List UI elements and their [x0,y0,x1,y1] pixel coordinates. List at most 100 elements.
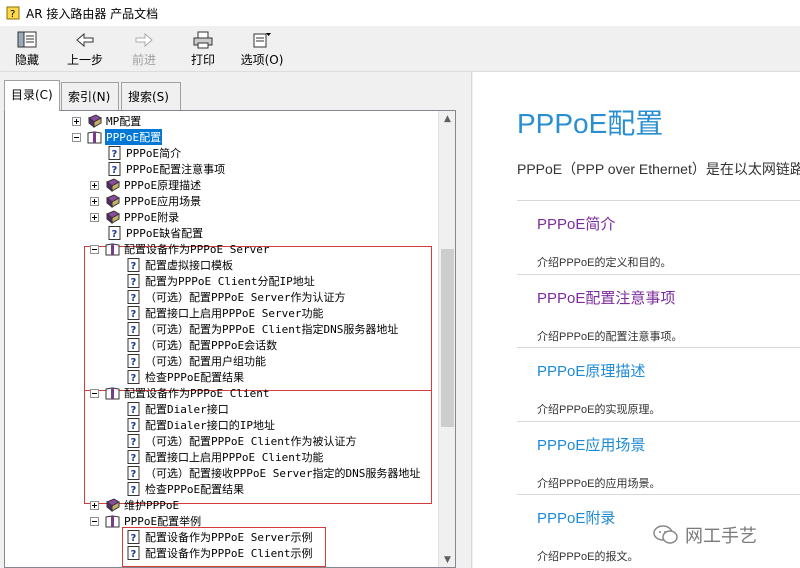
tree-item[interactable]: PPPoE配置 [72,129,163,145]
print-button[interactable]: 打印 [176,28,230,70]
help-page-icon: ? [127,482,140,496]
section-link[interactable]: PPPoE原理描述 [537,360,645,381]
tree-item[interactable]: ? （可选）配置为PPPoE Client指定DNS服务器地址 [126,321,399,337]
tree-scrollbar[interactable]: ▲ ▼ [438,111,455,567]
tree-item[interactable]: PPPoE附录 [90,209,180,225]
section-link[interactable]: PPPoE应用场景 [537,434,645,455]
options-icon [253,33,271,48]
section-separator [517,494,800,495]
help-page-icon: ? [127,322,140,336]
tree-item-label: 配置Dialer接口的IP地址 [145,419,275,432]
tree-item[interactable]: ? 检查PPPoE配置结果 [126,369,245,385]
back-button[interactable]: 上一步 [58,28,112,70]
svg-text:?: ? [131,325,137,336]
svg-text:?: ? [131,549,137,560]
tree-item-label: （可选）配置PPPoE Client作为被认证方 [145,435,357,448]
tree-item[interactable]: 配置设备作为PPPoE Client [90,385,270,401]
scroll-down-icon[interactable]: ▼ [442,555,453,566]
svg-text:?: ? [10,9,15,20]
tree-item[interactable]: ? （可选）配置PPPoE Client作为被认证方 [126,433,357,449]
page-intro: PPPoE（PPP over Ethernet）是在以太网链路 [517,161,800,177]
svg-text:?: ? [131,533,137,544]
svg-text:?: ? [131,341,137,352]
help-page-icon: ? [127,434,140,448]
tab-index[interactable]: 索引(N) [61,82,119,110]
section-link[interactable]: PPPoE附录 [537,507,615,528]
tree-item-label: 检查PPPoE配置结果 [145,371,245,384]
tab-contents-label: 目录(C) [11,88,53,102]
tree-item[interactable]: ? （可选）配置PPPoE Server作为认证方 [126,289,346,305]
svg-text:?: ? [131,453,137,464]
scroll-thumb[interactable] [441,249,454,427]
section-separator [517,273,800,275]
tree-item[interactable]: PPPoE原理描述 [90,177,202,193]
expand-icon[interactable] [90,196,99,206]
tree-item[interactable]: ? 配置Dialer接口 [126,401,230,417]
tree-item-label: PPPoE简介 [126,147,182,160]
svg-text:?: ? [131,469,137,480]
svg-text:?: ? [131,357,137,368]
tree-item[interactable]: ? 配置为PPPoE Client分配IP地址 [126,273,316,289]
tree-item-label: （可选）配置PPPoE Server作为认证方 [145,291,346,304]
open-book-icon [105,515,120,528]
collapse-icon[interactable] [90,516,99,526]
section-link[interactable]: PPPoE简介 [537,213,615,234]
section-link[interactable]: PPPoE配置注意事项 [537,287,675,308]
tree-item-label: 配置设备作为PPPoE Server [124,243,270,256]
watermark: 网工手艺 [653,522,757,548]
tree-item[interactable]: ? 配置设备作为PPPoE Client示例 [126,545,313,561]
content-pane: PPPoE配置 PPPoE（PPP over Ethernet）是在以太网链路 … [473,72,800,568]
help-page-icon: ? [127,418,140,432]
section-separator [517,200,800,201]
closed-book-icon [106,178,120,192]
tree-item[interactable]: ? 配置设备作为PPPoE Server示例 [126,529,313,545]
open-book-icon [105,387,120,400]
tab-index-label: 索引(N) [68,90,111,104]
svg-text:?: ? [131,261,137,272]
toolbar: 隐藏 上一步 前进 打印 选项(O) [0,26,800,72]
tree-item[interactable]: ? 配置Dialer接口的IP地址 [126,417,276,433]
svg-text:?: ? [112,229,118,240]
help-page-icon: ? [127,370,140,384]
contents-tree[interactable]: ▲ ▼ MP配置 PPPoE配置? PPPoE简介? PPPoE配置注意事项 PPPoE… [4,110,456,568]
svg-text:?: ? [131,309,137,320]
back-arrow-icon [76,32,94,48]
forward-button[interactable]: 前进 [117,28,171,70]
tree-item[interactable]: ? 配置接口上启用PPPoE Client功能 [126,449,324,465]
options-button[interactable]: 选项(O) [235,28,289,70]
collapse-icon[interactable] [90,388,99,398]
hide-button[interactable]: 隐藏 [0,28,54,70]
tree-item[interactable]: PPPoE应用场景 [90,193,202,209]
tree-item[interactable]: ? （可选）配置PPPoE会话数 [126,337,278,353]
tree-item-label: （可选）配置PPPoE会话数 [145,339,278,352]
tree-item-label: 配置设备作为PPPoE Client [124,387,270,400]
tree-item[interactable]: PPPoE配置举例 [90,513,202,529]
tree-item-label: （可选）配置接收PPPoE Server指定的DNS服务器地址 [145,467,421,480]
tree-item[interactable]: ? 配置接口上启用PPPoE Server功能 [126,305,324,321]
collapse-icon[interactable] [72,132,81,142]
expand-icon[interactable] [90,500,99,510]
expand-icon[interactable] [90,180,99,190]
expand-icon[interactable] [90,212,99,222]
section-description: 介绍PPPoE的应用场景。 [537,477,661,490]
tree-item[interactable]: ? PPPoE缺省配置 [107,225,204,241]
svg-text:?: ? [131,437,137,448]
tree-item-label: （可选）配置用户组功能 [145,355,266,368]
expand-icon[interactable] [72,116,81,126]
tab-search[interactable]: 搜索(S) [121,82,181,110]
print-label: 打印 [190,53,215,67]
tree-item[interactable]: ? PPPoE配置注意事项 [107,161,226,177]
scroll-up-icon[interactable]: ▲ [442,114,453,125]
tab-contents[interactable]: 目录(C) [4,80,60,111]
tree-item[interactable]: 配置设备作为PPPoE Server [90,241,270,257]
closed-book-icon [88,114,102,128]
tree-item[interactable]: ? 配置虚拟接口模板 [126,257,234,273]
tree-item[interactable]: ? PPPoE简介 [107,145,182,161]
collapse-icon[interactable] [90,244,99,254]
tree-item[interactable]: ? （可选）配置接收PPPoE Server指定的DNS服务器地址 [126,465,421,481]
tree-item[interactable]: ? （可选）配置用户组功能 [126,353,267,369]
tree-item[interactable]: ? 检查PPPoE配置结果 [126,481,245,497]
section-separator [517,420,800,422]
tree-item[interactable]: MP配置 [72,113,142,129]
tree-item[interactable]: 维护PPPoE [90,497,180,513]
